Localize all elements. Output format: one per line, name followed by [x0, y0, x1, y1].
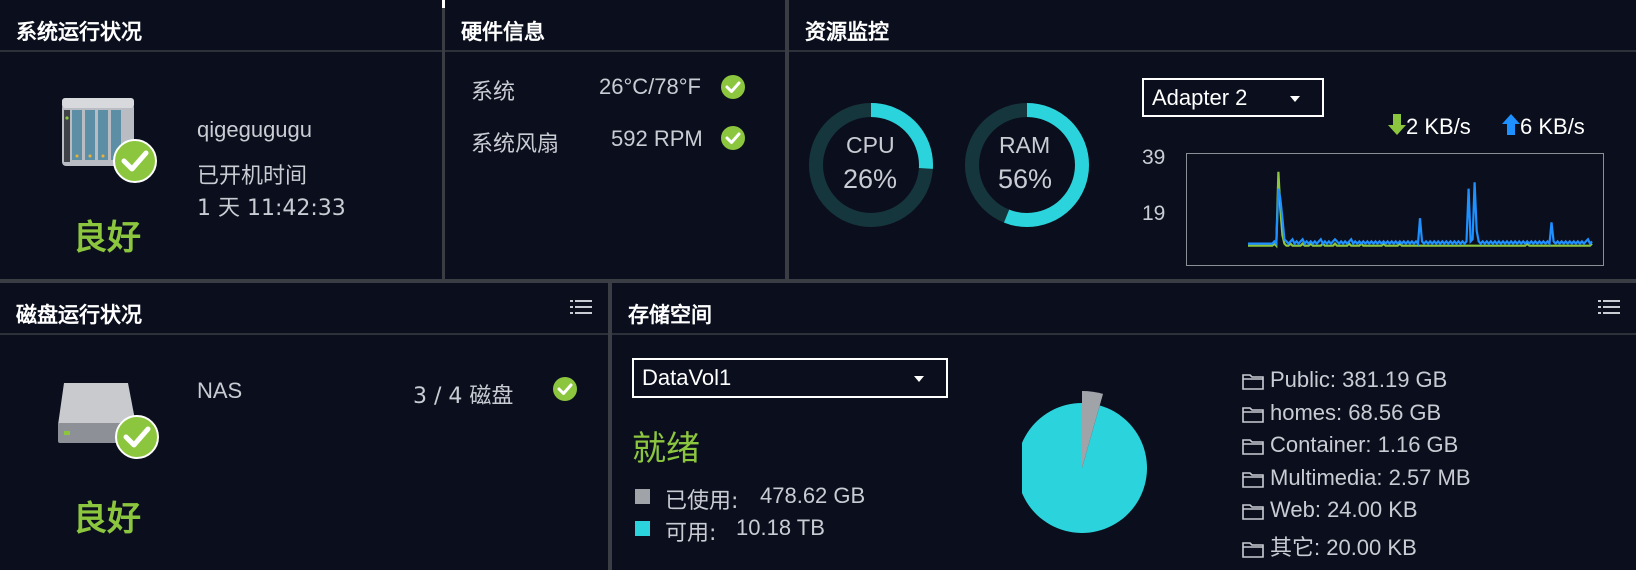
used-label: 已使用:: [665, 489, 739, 514]
uptime-value: 1 天 11:42:33: [197, 196, 346, 221]
temperature-ok-icon: [721, 75, 745, 99]
chart-series-line: [1248, 182, 1593, 247]
adapter-select-value: Adapter 2: [1152, 85, 1248, 110]
y-tick-label: 39: [1142, 146, 1166, 169]
panel-header: 存储空间: [612, 283, 1636, 335]
chevron-down-icon: [1290, 96, 1300, 102]
disk-check-icon: [115, 415, 159, 459]
ram-label: RAM: [999, 132, 1051, 158]
panel-header: 资源监控: [789, 0, 1636, 52]
hardware-value-temperature: 26°C/78°F: [599, 74, 701, 99]
folder-icon: [1242, 471, 1264, 488]
download-speed: 2 KB/s: [1406, 114, 1471, 139]
storage-pie-chart: [1022, 391, 1147, 533]
resource-monitor-panel: 资源监控 CPU 26% RAM 56% Adapter 2 2 KB/s 6 …: [789, 0, 1636, 279]
panel-title: 硬件信息: [461, 20, 545, 44]
adapter-select[interactable]: Adapter 2: [1142, 78, 1324, 117]
folder-list-item: 其它: 20.00 KB: [1242, 530, 1417, 562]
folder-list-item: Public: 381.19 GB: [1242, 367, 1447, 393]
system-status-panel: 系统运行状况 良好 qigegugugu 已开机时间 1 天 11:42:33: [0, 0, 442, 279]
folder-label: homes: 68.56 GB: [1270, 399, 1442, 425]
folder-list-item: homes: 68.56 GB: [1242, 400, 1441, 426]
hardware-label-fan: 系统风扇: [471, 132, 560, 157]
cpu-label: CPU: [846, 132, 895, 158]
list-menu-icon[interactable]: [1598, 299, 1620, 315]
upload-arrow-icon: [1502, 114, 1520, 135]
hardware-value-fan: 592 RPM: [611, 126, 703, 151]
ram-value: 56%: [998, 164, 1053, 194]
network-chart: [1186, 153, 1604, 266]
fan-ok-icon: [721, 126, 745, 150]
y-tick-label: 19: [1142, 202, 1166, 225]
folder-label: Multimedia: 2.57 MB: [1270, 464, 1471, 490]
disk-name: NAS: [197, 378, 243, 403]
free-label: 可用:: [665, 521, 717, 546]
folder-label: Web: 24.00 KB: [1270, 497, 1418, 523]
used-value: 478.62 GB: [760, 483, 866, 508]
chart-series-line: [1248, 171, 1593, 249]
list-menu-icon[interactable]: [570, 299, 592, 315]
folder-label: Container: 1.16 GB: [1270, 432, 1459, 458]
download-arrow-icon: [1388, 114, 1406, 135]
folder-label: Public: 381.19 GB: [1270, 367, 1448, 392]
status-check-icon: [113, 139, 157, 183]
panel-header: 磁盘运行状况: [0, 283, 608, 335]
storage-panel: 存储空间 DataVol1 就绪 已使用: 478.62 GB 可用: 10.1…: [612, 283, 1636, 570]
hardware-label-system: 系统: [471, 80, 516, 105]
chevron-down-icon: [914, 376, 924, 382]
folder-icon: [1242, 542, 1264, 558]
folder-icon: [1242, 439, 1264, 455]
hostname: qigegugugu: [197, 117, 313, 142]
panel-header: 系统运行状况: [0, 0, 442, 52]
upload-speed: 6 KB/s: [1520, 114, 1585, 139]
disk-ok-icon: [553, 377, 577, 401]
free-legend-swatch: [635, 521, 650, 536]
folder-icon: [1242, 374, 1264, 390]
panel-header: 硬件信息: [445, 0, 785, 52]
folder-list-item: Container: 1.16 GB: [1242, 432, 1458, 458]
folder-list-item: Web: 24.00 KB: [1242, 497, 1418, 523]
disk-status-text: 良好: [73, 499, 141, 539]
free-value: 10.18 TB: [736, 515, 825, 540]
disk-status-panel: 磁盘运行状况 良好 NAS 3 / 4 磁盘: [0, 283, 608, 570]
panel-title: 资源监控: [805, 20, 889, 44]
folder-list-item: Multimedia: 2.57 MB: [1242, 465, 1471, 491]
used-legend-swatch: [635, 489, 650, 504]
system-status-text: 良好: [73, 218, 141, 258]
volume-select-value: DataVol1: [642, 365, 732, 390]
folder-icon: [1242, 406, 1264, 423]
volume-state: 就绪: [632, 429, 700, 469]
volume-select[interactable]: DataVol1: [632, 358, 948, 398]
folder-icon: [1242, 504, 1264, 521]
uptime-label: 已开机时间: [197, 164, 308, 189]
hardware-info-panel: 硬件信息 系统 26°C/78°F 系统风扇 592 RPM: [445, 0, 785, 279]
cpu-value: 26%: [843, 164, 898, 194]
folder-label: 其它: 20.00 KB: [1270, 535, 1417, 560]
panel-title: 磁盘运行状况: [16, 303, 142, 327]
panel-title: 存储空间: [628, 303, 712, 327]
disk-count: 3 / 4 磁盘: [413, 384, 514, 409]
panel-title: 系统运行状况: [16, 20, 142, 44]
